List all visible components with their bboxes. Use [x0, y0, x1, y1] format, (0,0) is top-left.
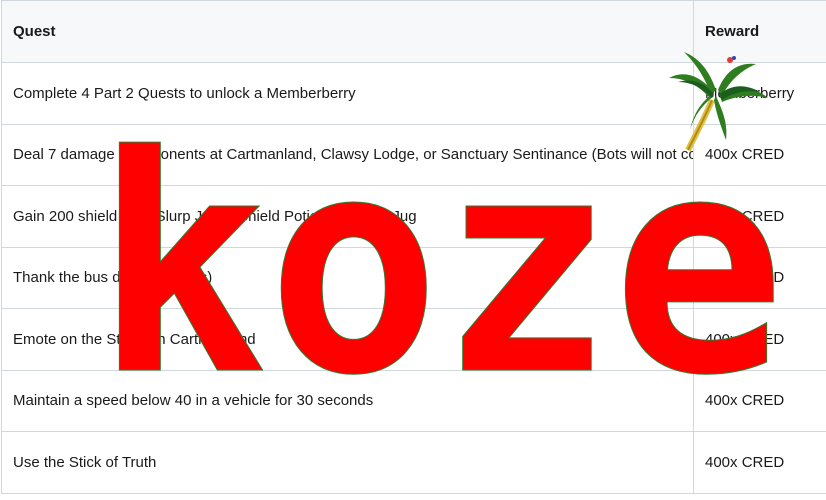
reward-cell: Memberberry: [693, 62, 826, 125]
reward-cell: 400x CRED: [693, 185, 826, 248]
table-row: Gain 200 shield from Slurp Juice, Shield…: [1, 185, 826, 248]
quest-table: Quest Reward Complete 4 Part 2 Quests to…: [1, 0, 826, 494]
reward-cell: 400x CRED: [693, 369, 826, 432]
table-row: Maintain a speed below 40 in a vehicle f…: [1, 369, 826, 432]
column-header-reward: Reward: [693, 0, 826, 63]
reward-cell: 400x CRED: [693, 123, 826, 186]
table-row: Use the Stick of Truth 400x CRED: [1, 431, 826, 494]
table-header-row: Quest Reward: [1, 0, 826, 63]
quest-cell: Thank the bus driver (3 times): [1, 246, 694, 309]
quest-cell: Complete 4 Part 2 Quests to unlock a Mem…: [1, 62, 694, 125]
table-row: Complete 4 Part 2 Quests to unlock a Mem…: [1, 62, 826, 125]
column-header-quest: Quest: [1, 0, 694, 63]
table-row: Deal 7 damage to opponents at Cartmanlan…: [1, 123, 826, 186]
reward-cell: 400x CRED: [693, 431, 826, 494]
quest-cell: Gain 200 shield from Slurp Juice, Shield…: [1, 185, 694, 248]
reward-cell: 400x CRED: [693, 246, 826, 309]
table-row: Emote on the Statue in Cartmanland 400x …: [1, 308, 826, 371]
reward-cell: 400x CRED: [693, 308, 826, 371]
quest-cell: Emote on the Statue in Cartmanland: [1, 308, 694, 371]
quest-cell: Maintain a speed below 40 in a vehicle f…: [1, 369, 694, 432]
quest-cell: Deal 7 damage to opponents at Cartmanlan…: [1, 123, 694, 186]
quest-cell: Use the Stick of Truth: [1, 431, 694, 494]
table-row: Thank the bus driver (3 times) 400x CRED: [1, 246, 826, 309]
